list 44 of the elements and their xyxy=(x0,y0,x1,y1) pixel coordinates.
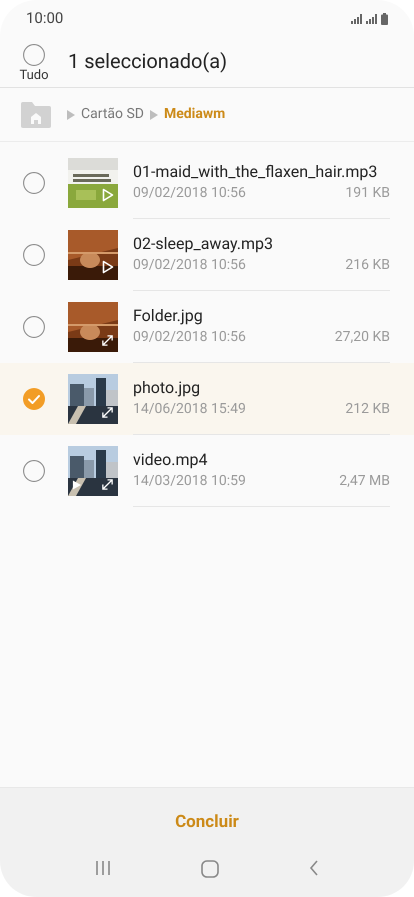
file-size: 216 KB xyxy=(345,256,390,275)
file-row[interactable]: photo.jpg 14/06/2018 15:49 212 KB xyxy=(0,363,414,435)
recent-apps-icon[interactable] xyxy=(95,860,111,876)
file-size: 191 KB xyxy=(345,184,390,203)
file-size: 2,47 MB xyxy=(339,472,390,491)
file-size: 27,20 KB xyxy=(334,328,390,347)
file-name: 02-sleep_away.mp3 xyxy=(133,233,274,255)
file-checkbox[interactable] xyxy=(23,244,45,266)
file-date: 14/06/2018 15:49 xyxy=(133,400,246,419)
file-date: 09/02/2018 10:56 xyxy=(133,328,246,347)
file-name: photo.jpg xyxy=(133,377,202,399)
file-checkbox[interactable] xyxy=(23,460,45,482)
file-name: 01-maid_with_the_flaxen_hair.mp3 xyxy=(133,161,378,183)
expand-icon xyxy=(101,478,114,491)
file-checkbox[interactable] xyxy=(23,316,45,338)
file-checkbox[interactable] xyxy=(23,172,45,194)
file-checkbox[interactable] xyxy=(23,388,45,410)
file-size: 212 KB xyxy=(345,400,390,419)
selection-title: 1 seleccionado(a) xyxy=(68,48,228,75)
file-date: 14/03/2018 10:59 xyxy=(133,472,246,491)
play-icon xyxy=(72,480,81,490)
breadcrumb-item[interactable]: Cartão SD xyxy=(81,104,144,125)
signal-icon xyxy=(366,14,378,24)
battery-icon xyxy=(381,12,388,24)
file-name: Folder.jpg xyxy=(133,305,204,327)
home-icon[interactable] xyxy=(201,860,219,878)
file-date: 09/02/2018 10:56 xyxy=(133,184,246,203)
status-time: 10:00 xyxy=(26,8,64,30)
file-date: 09/02/2018 10:56 xyxy=(133,256,246,275)
signal-icon xyxy=(351,14,363,24)
back-icon[interactable] xyxy=(309,860,319,876)
home-folder-icon xyxy=(21,102,51,128)
chevron-icon xyxy=(67,110,75,120)
file-row[interactable]: 02-sleep_away.mp3 09/02/2018 10:56 216 KB xyxy=(0,219,414,291)
select-all-label: Tudo xyxy=(19,69,49,82)
play-icon xyxy=(102,260,114,274)
expand-icon xyxy=(101,406,114,419)
expand-icon xyxy=(101,334,114,347)
file-row[interactable]: video.mp4 14/03/2018 10:59 2,47 MB xyxy=(0,435,414,507)
select-all-checkbox[interactable] xyxy=(23,44,45,66)
file-row[interactable]: 01-maid_with_the_flaxen_hair.mp3 09/02/2018 10:56 191 KB xyxy=(0,147,414,219)
chevron-icon xyxy=(150,110,158,120)
file-name: video.mp4 xyxy=(133,449,208,471)
play-icon xyxy=(102,188,114,202)
